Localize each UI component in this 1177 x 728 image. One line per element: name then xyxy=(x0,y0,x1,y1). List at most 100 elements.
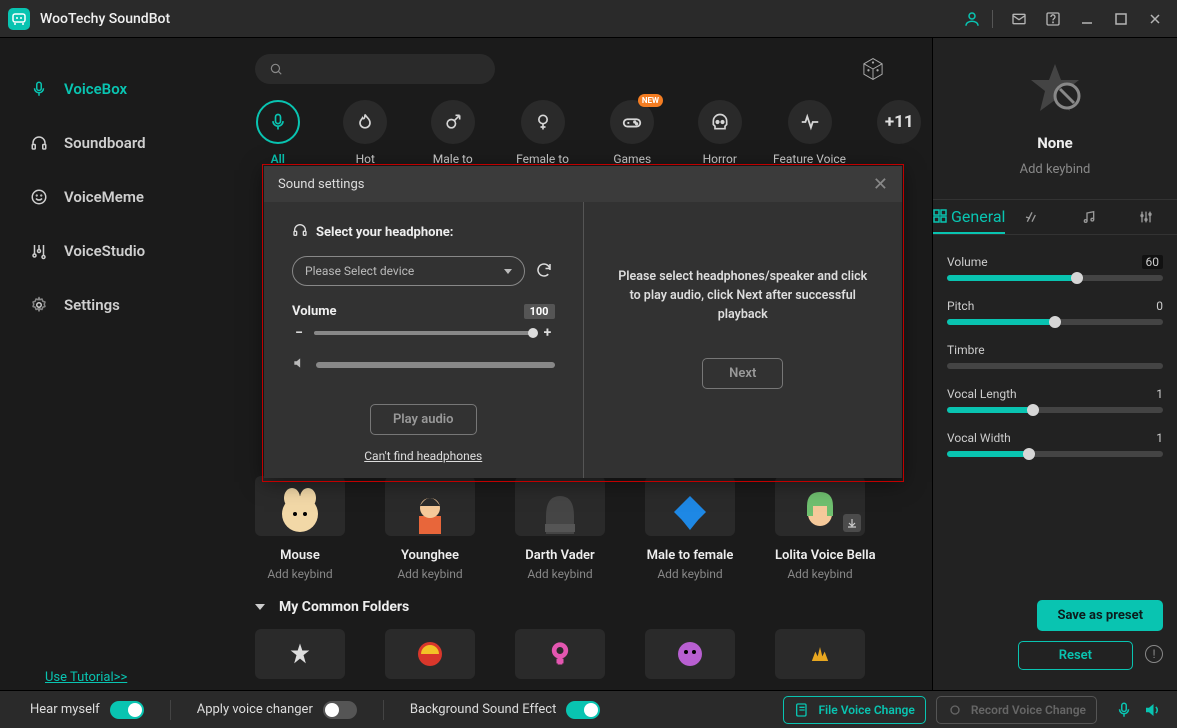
sidebar-label: VoiceMeme xyxy=(64,188,144,206)
category-male[interactable]: Male to xyxy=(430,100,476,166)
close-icon[interactable] xyxy=(1141,5,1169,33)
voice-card[interactable]: Darth Vader Add keybind xyxy=(515,476,605,581)
use-tutorial-link[interactable]: Use Tutorial>> xyxy=(45,670,127,685)
female-icon xyxy=(521,100,565,144)
mic-icon xyxy=(256,100,300,144)
mic-icon[interactable] xyxy=(1113,699,1135,721)
bottombar: Hear myself Apply voice changer Backgrou… xyxy=(0,690,1177,728)
category-all[interactable]: All xyxy=(255,100,301,166)
voice-avatar xyxy=(645,476,735,536)
add-keybind-link[interactable]: Add keybind xyxy=(1020,162,1091,177)
voice-card[interactable]: Mouse Add keybind xyxy=(255,476,345,581)
folder-item[interactable] xyxy=(645,629,735,679)
sidebar-item-voicebox[interactable]: VoiceBox xyxy=(0,68,225,110)
slider-timbre[interactable]: Timbre xyxy=(947,343,1163,369)
headphones-icon xyxy=(292,222,308,242)
slider-pitch[interactable]: Pitch0 xyxy=(947,299,1163,325)
category-row: All Hot Male to Female to NEW Games H xyxy=(235,94,922,166)
play-audio-button[interactable]: Play audio xyxy=(370,404,477,435)
category-female[interactable]: Female to xyxy=(518,100,568,166)
category-hot[interactable]: Hot xyxy=(343,100,389,166)
slider-volume[interactable]: Volume60 xyxy=(947,255,1163,281)
slider-vocal-length[interactable]: Vocal Length1 xyxy=(947,387,1163,413)
folder-item[interactable] xyxy=(775,629,865,679)
maximize-icon[interactable] xyxy=(1107,5,1135,33)
voice-card[interactable]: Younghee Add keybind xyxy=(385,476,475,581)
voice-avatar xyxy=(515,476,605,536)
user-icon[interactable] xyxy=(958,5,986,33)
hear-myself-toggle[interactable]: Hear myself xyxy=(30,701,144,719)
modal-volume-slider[interactable]: − + xyxy=(292,325,555,341)
male-icon xyxy=(431,100,475,144)
mic-icon xyxy=(28,78,50,100)
info-icon[interactable]: ! xyxy=(1145,645,1163,663)
folders-header[interactable]: My Common Folders xyxy=(235,581,922,623)
flame-icon xyxy=(343,100,387,144)
new-badge: NEW xyxy=(638,94,663,107)
pulse-icon xyxy=(788,100,832,144)
folder-row xyxy=(235,623,922,679)
tab-effects[interactable] xyxy=(1005,200,1062,234)
search-input[interactable] xyxy=(255,54,495,84)
folder-item[interactable] xyxy=(385,629,475,679)
bg-sound-toggle[interactable]: Background Sound Effect xyxy=(410,701,600,719)
minimize-icon[interactable] xyxy=(1073,5,1101,33)
sidebar-label: Soundboard xyxy=(64,134,146,152)
category-horror[interactable]: Horror xyxy=(697,100,743,166)
dice-icon[interactable] xyxy=(858,54,888,84)
speaker-icon[interactable] xyxy=(1141,699,1163,721)
help-icon[interactable] xyxy=(1039,5,1067,33)
file-voice-change-button[interactable]: File Voice Change xyxy=(783,696,925,724)
modal-instruction: Please select headphones/speaker and cli… xyxy=(612,268,875,324)
sidebar-label: VoiceBox xyxy=(64,80,127,98)
reset-button[interactable]: Reset xyxy=(1018,641,1133,670)
app-logo xyxy=(8,8,30,30)
headphone-select[interactable]: Please Select device xyxy=(292,256,525,286)
apply-voice-toggle[interactable]: Apply voice changer xyxy=(197,701,357,719)
refresh-icon[interactable] xyxy=(535,261,555,281)
voice-card[interactable]: Male to female Add keybind xyxy=(645,476,735,581)
folder-item[interactable] xyxy=(515,629,605,679)
sliders-icon xyxy=(28,240,50,262)
cant-find-headphones-link[interactable]: Can't find headphones xyxy=(292,449,555,463)
app-title: WooTechy SoundBot xyxy=(40,11,170,27)
voice-card[interactable]: Lolita Voice Bella Add keybind xyxy=(775,476,865,581)
mail-icon[interactable] xyxy=(1005,5,1033,33)
plus-icon[interactable]: + xyxy=(541,325,555,341)
minus-icon[interactable]: − xyxy=(292,325,306,341)
voice-avatar xyxy=(255,476,345,536)
headphones-icon xyxy=(28,132,50,154)
playback-bar xyxy=(316,362,555,368)
sidebar: VoiceBox Soundboard VoiceMeme VoiceStudi… xyxy=(0,38,225,690)
voice-avatar xyxy=(775,476,865,536)
speaker-icon xyxy=(292,355,306,374)
skull-icon xyxy=(698,100,742,144)
gear-icon xyxy=(28,294,50,316)
chevron-down-icon xyxy=(504,269,512,274)
category-games[interactable]: NEW Games xyxy=(610,100,656,166)
category-more[interactable]: +11 xyxy=(877,100,923,166)
sidebar-item-soundboard[interactable]: Soundboard xyxy=(0,122,225,164)
sidebar-item-settings[interactable]: Settings xyxy=(0,284,225,326)
sound-settings-modal: Sound settings ✕ Select your headphone: … xyxy=(264,166,902,478)
sidebar-item-voicestudio[interactable]: VoiceStudio xyxy=(0,230,225,272)
search-field[interactable] xyxy=(291,62,481,77)
tab-general[interactable]: General xyxy=(933,200,1005,234)
tab-music[interactable] xyxy=(1063,200,1120,234)
voice-avatar xyxy=(385,476,475,536)
save-preset-button[interactable]: Save as preset xyxy=(1037,600,1163,631)
record-voice-change-button: Record Voice Change xyxy=(936,696,1097,724)
category-feature[interactable]: Feature Voice xyxy=(785,100,835,166)
next-button[interactable]: Next xyxy=(702,358,783,389)
right-panel: None Add keybind General Volume60 Pitch0… xyxy=(932,38,1177,690)
slider-vocal-width[interactable]: Vocal Width1 xyxy=(947,431,1163,457)
star-placeholder-icon xyxy=(1025,60,1085,120)
modal-close-icon[interactable]: ✕ xyxy=(873,174,888,195)
tab-equalizer[interactable] xyxy=(1120,200,1177,234)
sidebar-item-voicememe[interactable]: VoiceMeme xyxy=(0,176,225,218)
modal-title: Sound settings xyxy=(278,177,365,192)
chevron-down-icon xyxy=(255,604,265,610)
sidebar-label: VoiceStudio xyxy=(64,242,145,260)
folder-item[interactable] xyxy=(255,629,345,679)
sidebar-label: Settings xyxy=(64,296,120,314)
